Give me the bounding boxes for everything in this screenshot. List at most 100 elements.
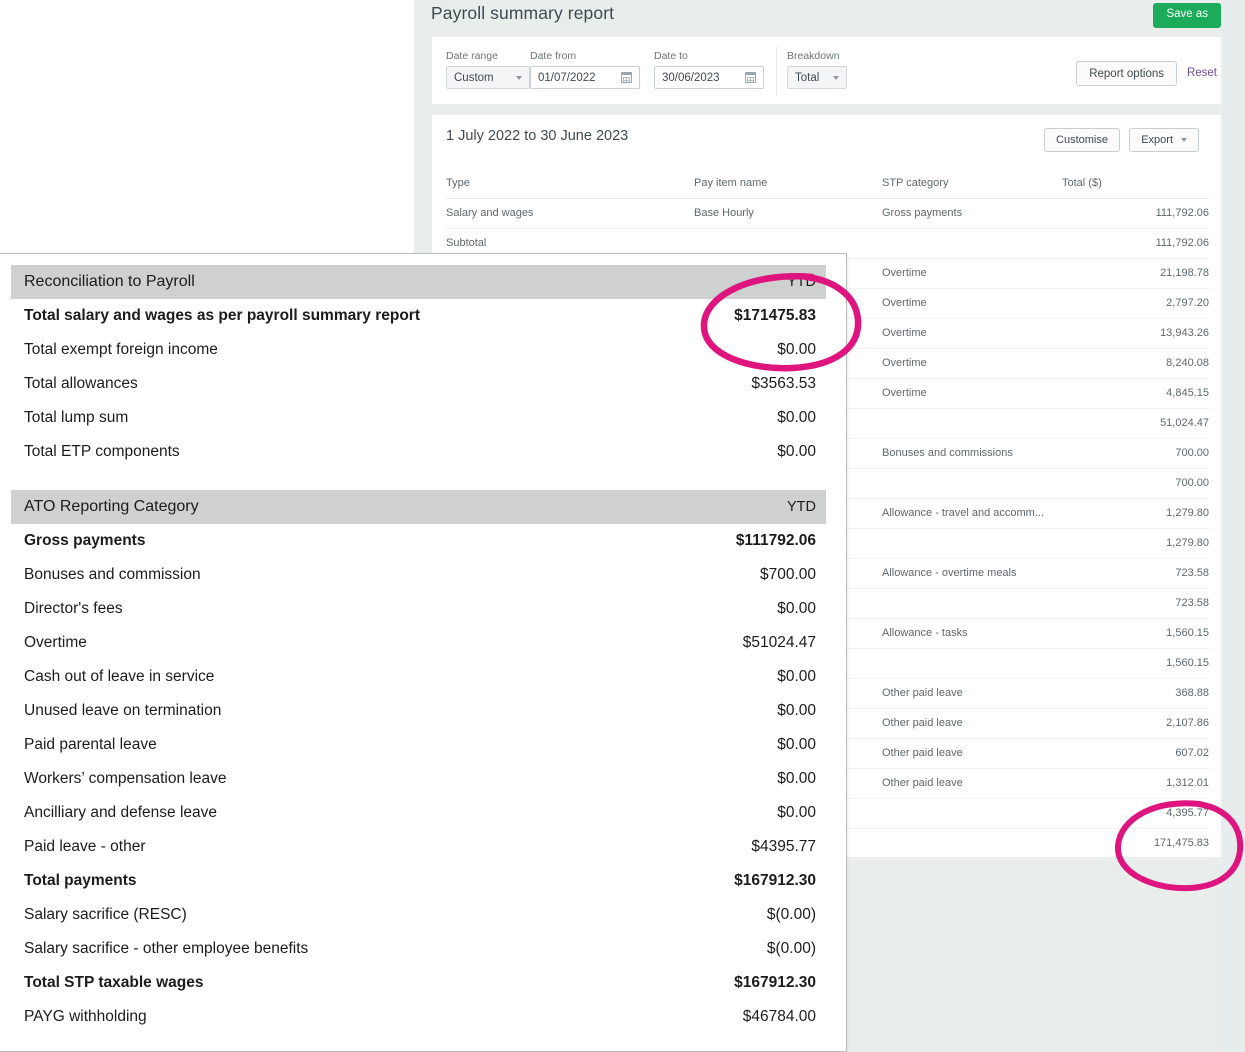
cell-total: 723.58 (1062, 589, 1209, 619)
date-range-value: Custom (454, 72, 494, 84)
overlay-row: Gross payments$111792.06 (11, 524, 826, 558)
cell-total: 111,792.06 (1062, 229, 1209, 259)
cell-type: Salary and wages (446, 199, 694, 229)
overlay-row-label: Ancilliary and defense leave (24, 802, 217, 824)
overlay-row-value: $167912.30 (734, 870, 816, 892)
date-from-value: 01/07/2022 (538, 72, 596, 84)
overlay-row: Workers’ compensation leave$0.00 (11, 762, 826, 796)
cell-total: 700.00 (1062, 469, 1209, 499)
breakdown-field: Breakdown Total (787, 50, 847, 89)
cell-stp (882, 589, 1062, 619)
overlay-row-label: Cash out of leave in service (24, 666, 214, 688)
cell-total: 13,943.26 (1062, 319, 1209, 349)
cell-stp: Overtime (882, 289, 1062, 319)
cell-stp: Other paid leave (882, 709, 1062, 739)
reset-link[interactable]: Reset (1187, 67, 1217, 79)
calendar-icon[interactable] (745, 72, 756, 83)
cell-total: 2,107.86 (1062, 709, 1209, 739)
overlay-row-label: Salary sacrifice (RESC) (24, 904, 187, 926)
overlay-row: Total STP taxable wages$167912.30 (11, 966, 826, 1000)
overlay-row-label: Gross payments (24, 530, 145, 552)
chevron-down-icon (833, 76, 839, 80)
overlay-row-label: Total payments (24, 870, 137, 892)
overlay-row-label: Bonuses and commission (24, 564, 201, 586)
date-range-select[interactable]: Custom (446, 66, 530, 89)
overlay-row: Total allowances $3563.53 (11, 367, 826, 401)
report-options-button[interactable]: Report options (1076, 61, 1177, 86)
overlay-row-label: Total allowances (24, 373, 138, 395)
cell-total: 1,560.15 (1062, 619, 1209, 649)
date-range-label: Date range (446, 50, 530, 62)
date-to-field: Date to 30/06/2023 (654, 50, 764, 89)
date-to-input[interactable]: 30/06/2023 (654, 66, 764, 89)
overlay-row-value: $0.00 (777, 441, 816, 463)
filter-divider (776, 47, 777, 96)
chevron-down-icon (516, 76, 522, 80)
overlay-row-label: Total STP taxable wages (24, 972, 203, 994)
date-to-label: Date to (654, 50, 764, 62)
report-period: 1 July 2022 to 30 June 2023 (446, 128, 628, 144)
cell-stp: Bonuses and commissions (882, 439, 1062, 469)
overlay-row-value: $3563.53 (751, 373, 816, 395)
date-from-field: Date from 01/07/2022 (530, 50, 640, 89)
cell-total: 723.58 (1062, 559, 1209, 589)
reconciliation-rows: Total salary and wages as per payroll su… (0, 299, 846, 469)
table-header-row: Type Pay item name STP category Total ($… (446, 177, 1209, 199)
cell-pay-item: Base Hourly (694, 199, 882, 229)
col-stp: STP category (882, 177, 1062, 199)
cell-stp: Other paid leave (882, 769, 1062, 799)
window-right-strip (1222, 0, 1245, 1052)
cell-stp: Overtime (882, 259, 1062, 289)
overlay-row: Paid parental leave $0.00 (11, 728, 826, 762)
export-label: Export (1141, 134, 1173, 146)
overlay-row-value: $(0.00) (767, 938, 816, 960)
overlay-row-value: $0.00 (777, 734, 816, 756)
chevron-down-icon (1181, 138, 1187, 142)
overlay-row: Total lump sum$0.00 (11, 401, 826, 435)
breakdown-value: Total (795, 72, 819, 84)
cell-total: 4,845.15 (1062, 379, 1209, 409)
date-range-field: Date range Custom (446, 50, 530, 89)
overlay-row-value: $4395.77 (751, 836, 816, 858)
overlay-row: Paid leave - other$4395.77 (11, 830, 826, 864)
overlay-row-label: Total ETP components (24, 441, 180, 463)
customise-button[interactable]: Customise (1044, 128, 1120, 152)
overlay-row: PAYG withholding$46784.00 (11, 1000, 826, 1034)
overlay-row: Overtime$51024.47 (11, 626, 826, 660)
overlay-row-value: $0.00 (777, 802, 816, 824)
overlay-row-value: $0.00 (777, 598, 816, 620)
ato-title: ATO Reporting Category (24, 498, 199, 516)
cell-total: 2,797.20 (1062, 289, 1209, 319)
reconciliation-title: Reconciliation to Payroll (24, 273, 195, 291)
overlay-row-value: $0.00 (777, 666, 816, 688)
calendar-icon[interactable] (621, 72, 632, 83)
export-button[interactable]: Export (1129, 128, 1199, 152)
table-header: Type Pay item name STP category Total ($… (446, 177, 1209, 199)
overlay-row-value: $700.00 (760, 564, 816, 586)
overlay-row-label: PAYG withholding (24, 1006, 147, 1028)
overlay-row: Total payments $167912.30 (11, 864, 826, 898)
overlay-row-value: $(0.00) (767, 904, 816, 926)
overlay-row-label: Workers’ compensation leave (24, 768, 226, 790)
overlay-row-value: $0.00 (777, 339, 816, 361)
cell-stp (882, 799, 1062, 829)
overlay-row-value: $171475.83 (734, 305, 816, 327)
ato-ytd-label: YTD (787, 499, 816, 515)
overlay-row-label: Total salary and wages as per payroll su… (24, 305, 420, 327)
cell-total: 1,312.01 (1062, 769, 1209, 799)
page-title: Payroll summary report (431, 3, 614, 24)
cell-stp: Other paid leave (882, 739, 1062, 769)
reconciliation-overlay: Reconciliation to Payroll YTD Total sala… (0, 253, 847, 1052)
cell-stp (882, 529, 1062, 559)
breakdown-select[interactable]: Total (787, 66, 847, 89)
overlay-row-label: Paid parental leave (24, 734, 157, 756)
overlay-row: Director's fees$0.00 (11, 592, 826, 626)
save-as-button[interactable]: Save as (1153, 3, 1221, 28)
date-to-value: 30/06/2023 (662, 72, 720, 84)
overlay-row: Salary sacrifice - other employee benefi… (11, 932, 826, 966)
cell-total: 111,792.06 (1062, 199, 1209, 229)
overlay-row-label: Total lump sum (24, 407, 128, 429)
overlay-row: Total exempt foreign income$0.00 (11, 333, 826, 367)
cell-stp: Overtime (882, 319, 1062, 349)
date-from-input[interactable]: 01/07/2022 (530, 66, 640, 89)
